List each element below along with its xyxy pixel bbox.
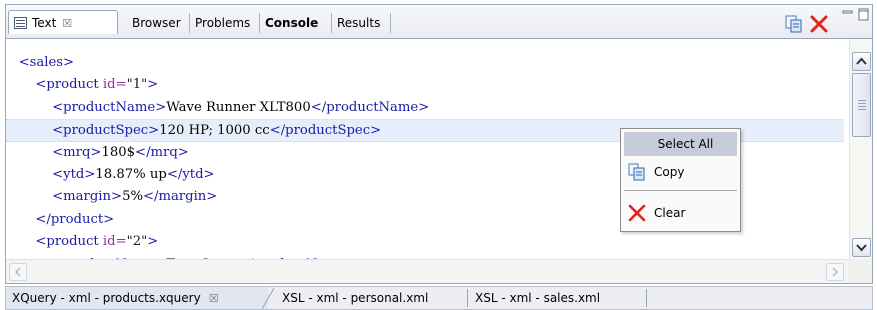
tab-label: XSL - xml - personal.xml	[282, 291, 429, 305]
tab-label: Browser	[132, 16, 181, 30]
tab-products-xquery[interactable]: XQuery - xml - products.xquery ☒	[6, 287, 268, 309]
code-attribute-value: "1"	[126, 77, 148, 93]
horizontal-scrollbar[interactable]	[6, 259, 849, 283]
code-tag-close: </productSpec>	[269, 123, 382, 139]
clear-icon	[628, 204, 646, 222]
tab-separator	[390, 13, 391, 33]
maximize-icon[interactable]	[858, 8, 870, 22]
text-file-icon	[14, 17, 27, 29]
code-tag-open: <ytd>	[52, 166, 96, 182]
menu-item-select-all[interactable]: Select All	[624, 132, 737, 156]
code-tag-open: <margin>	[52, 189, 123, 205]
grip-line	[858, 103, 866, 104]
view-tab-bar: Text ☒ Browser Problems Console Results	[5, 4, 873, 38]
tab-console[interactable]: Console	[260, 12, 323, 34]
code-tag-close: </ytd>	[166, 166, 215, 182]
tab-label: Console	[265, 16, 319, 30]
tab-browser[interactable]: Browser	[127, 12, 186, 34]
tab-label: XQuery - xml - products.xquery	[12, 291, 201, 305]
code-tag-open: <sales>	[18, 55, 75, 70]
copy-icon	[628, 163, 645, 181]
tab-label: Text	[32, 16, 57, 30]
code-line: <product id="1">	[6, 74, 844, 96]
menu-item-label: Clear	[654, 206, 686, 220]
scroll-up-button[interactable]	[852, 52, 871, 71]
tab-personal-xml[interactable]: XSL - xml - personal.xml	[276, 287, 434, 309]
tab-sales-xml[interactable]: XSL - xml - sales.xml	[469, 287, 606, 309]
scroll-down-button[interactable]	[852, 238, 871, 257]
code-tag-open: <product	[35, 234, 103, 250]
chevron-up-icon	[856, 57, 867, 65]
tab-results[interactable]: Results	[332, 12, 385, 34]
scroll-left-button[interactable]	[9, 263, 27, 281]
tab-slant	[262, 287, 275, 309]
tab-separator	[467, 289, 468, 307]
editor-tab-bar: XQuery - xml - products.xquery ☒ XSL - xm…	[5, 286, 873, 310]
code-text: 5%	[122, 189, 143, 205]
code-line: <productName>Wave Runner XLT800</product…	[6, 97, 844, 119]
code-tag-close: >	[147, 77, 159, 93]
scroll-thumb[interactable]	[852, 73, 871, 137]
tab-label: XSL - xml - sales.xml	[475, 291, 601, 305]
code-text: 18.87% up	[95, 166, 167, 182]
close-icon[interactable]: ☒	[209, 292, 219, 305]
code-attribute-value: "2"	[126, 234, 148, 250]
code-tag-close: </productName>	[310, 99, 430, 115]
scroll-right-button[interactable]	[826, 263, 844, 281]
grip-line	[858, 109, 866, 110]
code-tag-close: >	[147, 234, 159, 250]
code-line: <product id="2">	[6, 231, 844, 253]
scroll-corner	[848, 259, 872, 283]
code-text: Wave Runner XLT800	[166, 99, 311, 115]
code-tag-open: </product>	[35, 211, 115, 227]
menu-item-label: Select All	[657, 137, 714, 151]
chevron-down-icon	[856, 244, 867, 252]
code-text: 120 HP; 1000 cc	[159, 123, 270, 139]
chevron-left-icon	[14, 267, 21, 277]
code-tag-open: <mrq>	[52, 144, 102, 160]
code-tag-open: <product	[35, 77, 103, 93]
tab-label: Results	[337, 16, 381, 30]
grip-line	[858, 100, 866, 101]
code-attribute: id=	[102, 234, 127, 250]
code-line: <sales>	[6, 52, 844, 74]
clear-icon[interactable]	[809, 14, 829, 34]
console-view: Text ☒ Browser Problems Console Results	[0, 0, 877, 310]
code-text: 180$	[101, 144, 136, 160]
context-menu: Select All Copy Clear	[620, 128, 741, 232]
code-tag-open: <productSpec>	[52, 123, 160, 139]
code-tag-close: </margin>	[142, 189, 218, 205]
close-icon[interactable]: ☒	[62, 17, 72, 30]
menu-separator	[624, 190, 737, 191]
vertical-scrollbar[interactable]	[849, 39, 872, 259]
copy-icon[interactable]	[784, 14, 804, 34]
tab-label: Problems	[195, 16, 251, 30]
code-tag-close: </mrq>	[135, 144, 189, 160]
minimize-icon[interactable]	[842, 8, 854, 20]
code-tag-open: <productName>	[52, 99, 167, 115]
menu-item-label: Copy	[654, 165, 685, 179]
code-attribute: id=	[102, 77, 127, 93]
tab-separator	[646, 289, 647, 307]
grip-line	[858, 106, 866, 107]
tab-problems[interactable]: Problems	[190, 12, 255, 34]
chevron-right-icon	[832, 267, 839, 277]
menu-item-copy[interactable]: Copy	[624, 160, 737, 184]
menu-item-clear[interactable]: Clear	[624, 201, 737, 225]
tab-text[interactable]: Text ☒	[8, 10, 118, 34]
console-text-area[interactable]: <sales> <product id="1"> <productName>Wa…	[5, 38, 873, 284]
